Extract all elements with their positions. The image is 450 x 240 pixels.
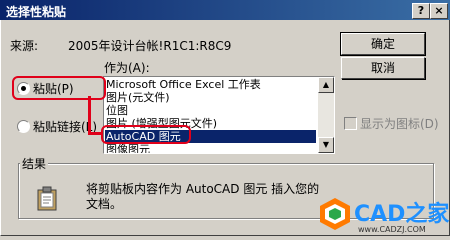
close-button[interactable]: × (430, 3, 448, 19)
annotation-line-vertical (88, 96, 91, 134)
brand-logo-icon (320, 198, 350, 230)
clipboard-icon (37, 186, 57, 211)
window-title: 选择性粘贴 (6, 5, 67, 19)
scroll-down-icon[interactable]: ▼ (318, 137, 334, 153)
title-bar: 选择性粘贴 ? × (0, 0, 450, 20)
list-item[interactable]: Microsoft Office Excel 工作表 (105, 78, 316, 91)
cancel-button[interactable]: 取消 (341, 57, 425, 79)
display-icon-label[interactable]: 显示为图标(D) (360, 115, 439, 132)
result-title: 结果 (20, 155, 49, 172)
paste-highlight-ring (12, 76, 106, 100)
help-button[interactable]: ? (412, 3, 430, 19)
brand-name: CAD之家 (354, 202, 450, 227)
result-text-line2: 文档。 (86, 197, 123, 211)
source-label: 来源: (10, 39, 39, 53)
list-item[interactable]: 图片(元文件) (105, 91, 316, 104)
brand-watermark: CAD之家 www.CADZJ.COM (318, 196, 450, 237)
scroll-up-icon[interactable]: ▲ (318, 77, 334, 93)
list-scrollbar[interactable]: ▲ ▼ (318, 77, 334, 153)
autocad-highlight-ring (101, 125, 191, 144)
annotation-line-horizontal (88, 132, 102, 135)
paste-link-radio[interactable] (17, 120, 30, 133)
list-item[interactable]: 位图 (105, 104, 316, 117)
brand-url: www.CADZJ.COM (358, 225, 426, 234)
display-icon-checkbox[interactable] (344, 117, 357, 130)
ok-button[interactable]: 确定 (340, 32, 426, 56)
source-value: 2005年设计台帐!R1C1:R8C9 (68, 39, 232, 53)
as-label: 作为(A): (104, 61, 150, 75)
list-item[interactable]: 图像图元 (105, 143, 316, 153)
